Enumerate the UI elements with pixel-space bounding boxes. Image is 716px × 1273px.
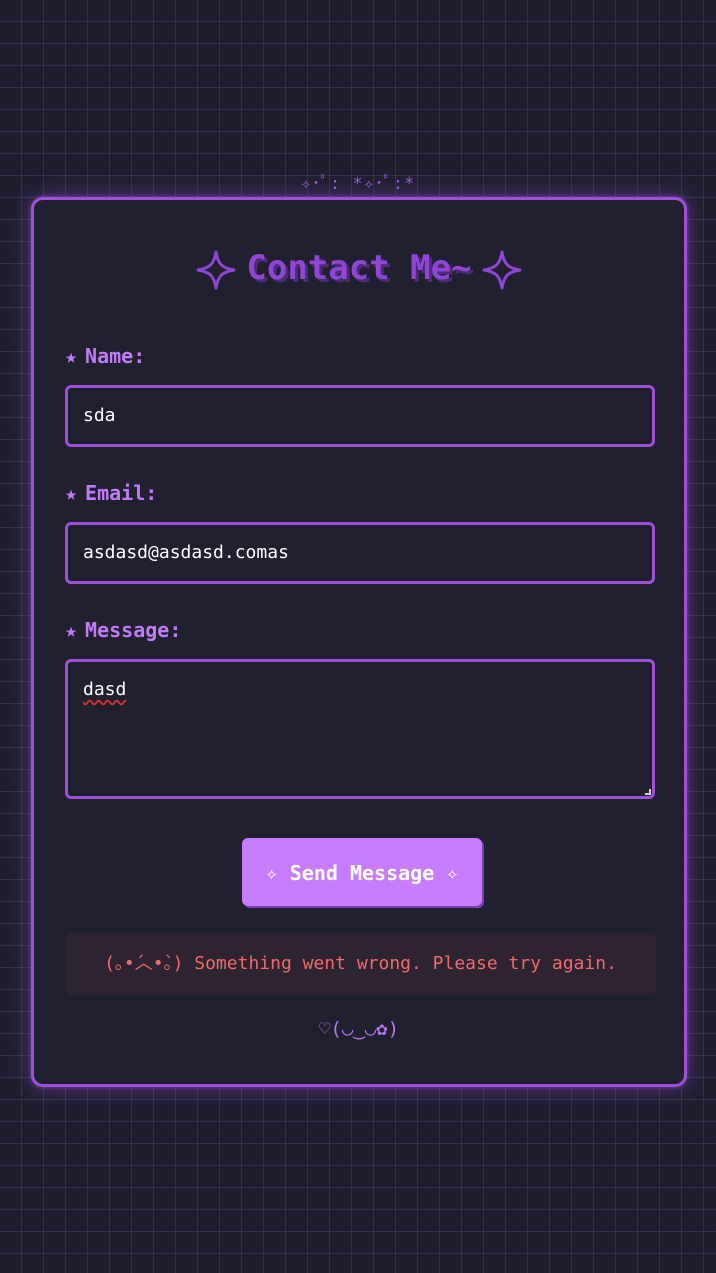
email-input[interactable]: asdasd@asdasd.comas xyxy=(65,522,655,584)
top-sparkle-decoration: ✧･ﾟ: *✧･ﾟ:* xyxy=(300,174,416,194)
form-title: Contact Me~ xyxy=(34,242,684,294)
email-label: ★ Email: xyxy=(65,480,157,506)
name-input[interactable]: sda xyxy=(65,385,655,447)
four-point-star-icon xyxy=(196,250,236,290)
name-label-text: Name: xyxy=(85,344,146,368)
resize-grip-icon[interactable] xyxy=(645,789,651,795)
message-label-text: Message: xyxy=(85,618,182,642)
message-textarea[interactable]: dasd xyxy=(65,659,655,799)
error-message: (｡•́︿•̀｡) Something went wrong. Please t… xyxy=(65,933,656,995)
four-point-star-icon xyxy=(482,250,522,290)
name-label: ★ Name: xyxy=(65,343,145,369)
star-bullet-icon: ★ xyxy=(65,481,78,505)
form-title-text: Contact Me~ xyxy=(246,248,472,288)
send-message-button[interactable]: ✧ Send Message ✧ xyxy=(242,838,482,906)
email-label-text: Email: xyxy=(85,481,158,505)
message-label: ★ Message: xyxy=(65,617,181,643)
star-bullet-icon: ★ xyxy=(65,618,78,642)
footer-kaomoji: ♡(◡‿◡✿) xyxy=(318,1018,400,1040)
message-text: dasd xyxy=(83,679,127,700)
contact-form-card: Contact Me~ ★ Name: sda ★ Email: asdasd@as… xyxy=(31,197,687,1087)
star-bullet-icon: ★ xyxy=(65,344,78,368)
